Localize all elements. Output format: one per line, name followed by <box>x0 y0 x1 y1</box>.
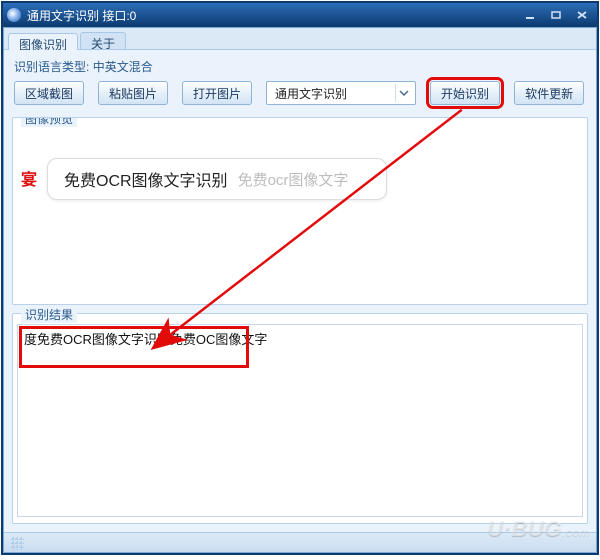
button-label: 粘贴图片 <box>109 85 157 102</box>
pill-title: 免费OCR图像文字识别 <box>64 167 228 191</box>
paste-image-button[interactable]: 粘贴图片 <box>98 81 168 105</box>
close-button[interactable] <box>571 8 593 22</box>
button-label: 区域截图 <box>25 85 73 102</box>
result-textarea[interactable]: 度免费OCR图像文字识别免费OC图像文字 <box>17 324 583 517</box>
preview-image: 宴 免费OCR图像文字识别 免费ocr图像文字 <box>23 142 393 232</box>
window-title: 通用文字识别 接口:0 <box>27 7 519 24</box>
tab-label: 关于 <box>91 37 115 51</box>
region-capture-button[interactable]: 区域截图 <box>14 81 84 105</box>
start-recognize-button[interactable]: 开始识别 <box>430 81 500 105</box>
software-update-button[interactable]: 软件更新 <box>514 81 584 105</box>
button-label: 打开图片 <box>193 85 241 102</box>
titlebar[interactable]: 通用文字识别 接口:0 <box>3 3 597 27</box>
window-controls <box>519 8 593 22</box>
minimize-button[interactable] <box>519 8 541 22</box>
preview-badge: 宴 <box>21 166 37 190</box>
maximize-button[interactable] <box>545 8 567 22</box>
preview-search-pill: 免费OCR图像文字识别 免费ocr图像文字 <box>47 158 387 200</box>
tab-body: 识别语言类型: 中英文混合 区域截图 粘贴图片 打开图片 通用文字识别 <box>4 50 596 532</box>
result-group: 识别结果 度免费OCR图像文字识别免费OC图像文字 <box>12 313 588 524</box>
tab-strip: 图像识别 关于 <box>4 28 596 50</box>
toolbar: 区域截图 粘贴图片 打开图片 通用文字识别 开始识别 <box>14 81 586 105</box>
language-row: 识别语言类型: 中英文混合 <box>14 58 586 75</box>
result-text-content: 度免费OCR图像文字识别免费OC图像文字 <box>24 332 267 347</box>
image-preview-group: 图像预览 宴 免费OCR图像文字识别 免费ocr图像文字 <box>12 117 588 305</box>
preview-content: 宴 免费OCR图像文字识别 免费ocr图像文字 <box>13 118 587 304</box>
button-label: 开始识别 <box>441 85 489 102</box>
button-label: 软件更新 <box>525 85 573 102</box>
pill-hint: 免费ocr图像文字 <box>238 169 349 190</box>
groupbox-title: 识别结果 <box>21 306 77 323</box>
app-icon <box>7 8 21 22</box>
client-area: 图像识别 关于 识别语言类型: 中英文混合 区域截图 粘贴图片 <box>3 27 597 553</box>
language-label: 识别语言类型: <box>14 60 89 74</box>
select-value: 通用文字识别 <box>275 85 395 102</box>
mode-select[interactable]: 通用文字识别 <box>266 81 416 105</box>
app-window: 通用文字识别 接口:0 图像识别 关于 识别 <box>1 1 599 555</box>
language-value: 中英文混合 <box>93 60 153 74</box>
chevron-down-icon <box>395 84 411 102</box>
statusbar <box>4 532 596 552</box>
statusbar-grip-icon <box>10 536 24 550</box>
tab-image-recognition[interactable]: 图像识别 <box>8 33 78 50</box>
open-image-button[interactable]: 打开图片 <box>182 81 252 105</box>
tab-about[interactable]: 关于 <box>80 32 126 49</box>
